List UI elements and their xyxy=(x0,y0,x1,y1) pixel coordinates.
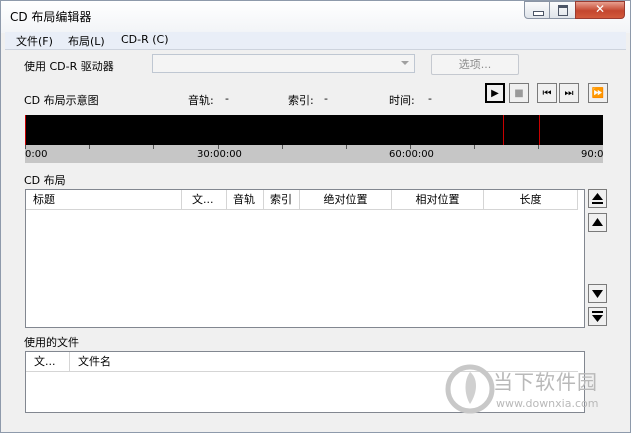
tick xyxy=(89,145,90,149)
move-bottom-icon xyxy=(592,311,603,322)
menu-file[interactable]: 文件(F) xyxy=(16,33,53,49)
column-header-index[interactable]: 索引 xyxy=(264,190,300,210)
end-button[interactable]: ⏩ xyxy=(588,83,608,103)
track-label: 音轨: xyxy=(188,94,214,107)
timeline-label: 30:00:00 xyxy=(197,149,242,160)
drive-label: 使用 CD-R 驱动器 xyxy=(24,60,114,73)
close-button[interactable] xyxy=(575,1,625,19)
previous-button[interactable]: ⏮ xyxy=(537,83,557,103)
title-bar: CD 布局编辑器 xyxy=(1,1,630,33)
timeline-label: 0:00 xyxy=(25,149,48,160)
index-value: - xyxy=(324,92,328,105)
layout-timeline[interactable] xyxy=(25,115,603,145)
tick xyxy=(474,145,475,149)
overview-label: CD 布局示意图 xyxy=(24,94,99,107)
cd-layout-editor-window: CD 布局编辑器 文件(F) 布局(L) CD-R (C) 使用 CD-R 驱动… xyxy=(0,0,631,433)
watermark-url: www.downxia.com xyxy=(496,397,599,410)
stop-icon: ■ xyxy=(514,87,524,99)
time-value: - xyxy=(428,92,432,105)
move-top-icon xyxy=(592,193,603,204)
menu-cdr[interactable]: CD-R (C) xyxy=(121,33,169,46)
move-down-icon xyxy=(592,290,603,298)
tick xyxy=(153,145,154,149)
skip-forward-icon: ⏭ xyxy=(564,87,574,99)
time-label: 时间: xyxy=(389,94,415,107)
tick xyxy=(538,145,539,149)
menu-bar: 文件(F) 布局(L) CD-R (C) xyxy=(5,32,626,50)
stop-button[interactable]: ■ xyxy=(509,83,529,103)
play-button[interactable]: ▶ xyxy=(485,83,505,103)
options-button[interactable]: 选项... xyxy=(431,54,519,75)
watermark: 当下软件园 www.downxia.com xyxy=(441,364,621,419)
dropdown-arrow-icon xyxy=(401,61,409,65)
play-icon: ▶ xyxy=(491,87,499,99)
track-value: - xyxy=(225,92,229,105)
marker xyxy=(503,115,504,145)
timeline-label: 90:0 xyxy=(581,149,604,160)
column-header-title[interactable]: 标题 xyxy=(26,190,182,210)
move-to-top-button[interactable] xyxy=(588,189,607,208)
files-label: 使用的文件 xyxy=(24,336,79,349)
tick xyxy=(346,145,347,149)
maximize-button[interactable] xyxy=(549,1,576,19)
layout-list[interactable]: 标题 文... 音轨 索引 绝对位置 相对位置 长度 xyxy=(25,189,585,328)
move-up-button[interactable] xyxy=(588,213,607,232)
timeline-scale: 0:00 30:00:00 60:00:00 90:0 xyxy=(25,145,603,163)
marker xyxy=(539,115,540,145)
menu-layout[interactable]: 布局(L) xyxy=(68,33,105,49)
watermark-logo-icon xyxy=(445,364,495,414)
timeline-label: 60:00:00 xyxy=(389,149,434,160)
column-header-file-type[interactable]: 文... xyxy=(26,352,70,372)
column-header-file[interactable]: 文... xyxy=(182,190,227,210)
watermark-name: 当下软件园 xyxy=(493,370,598,394)
column-header-length[interactable]: 长度 xyxy=(484,190,578,210)
fast-forward-icon: ⏩ xyxy=(591,87,605,99)
move-up-icon xyxy=(592,218,603,226)
start-marker xyxy=(25,115,26,145)
drive-select[interactable] xyxy=(152,54,415,73)
move-to-bottom-button[interactable] xyxy=(588,307,607,326)
index-label: 索引: xyxy=(288,94,314,107)
tick xyxy=(282,145,283,149)
layout-label: CD 布局 xyxy=(24,174,66,187)
next-button[interactable]: ⏭ xyxy=(559,83,579,103)
column-header-absolute-position[interactable]: 绝对位置 xyxy=(300,190,392,210)
window-title: CD 布局编辑器 xyxy=(10,10,92,24)
column-header-track[interactable]: 音轨 xyxy=(227,190,264,210)
column-header-relative-position[interactable]: 相对位置 xyxy=(392,190,484,210)
skip-back-icon: ⏮ xyxy=(542,87,552,99)
move-down-button[interactable] xyxy=(588,284,607,303)
minimize-button[interactable] xyxy=(524,1,550,19)
